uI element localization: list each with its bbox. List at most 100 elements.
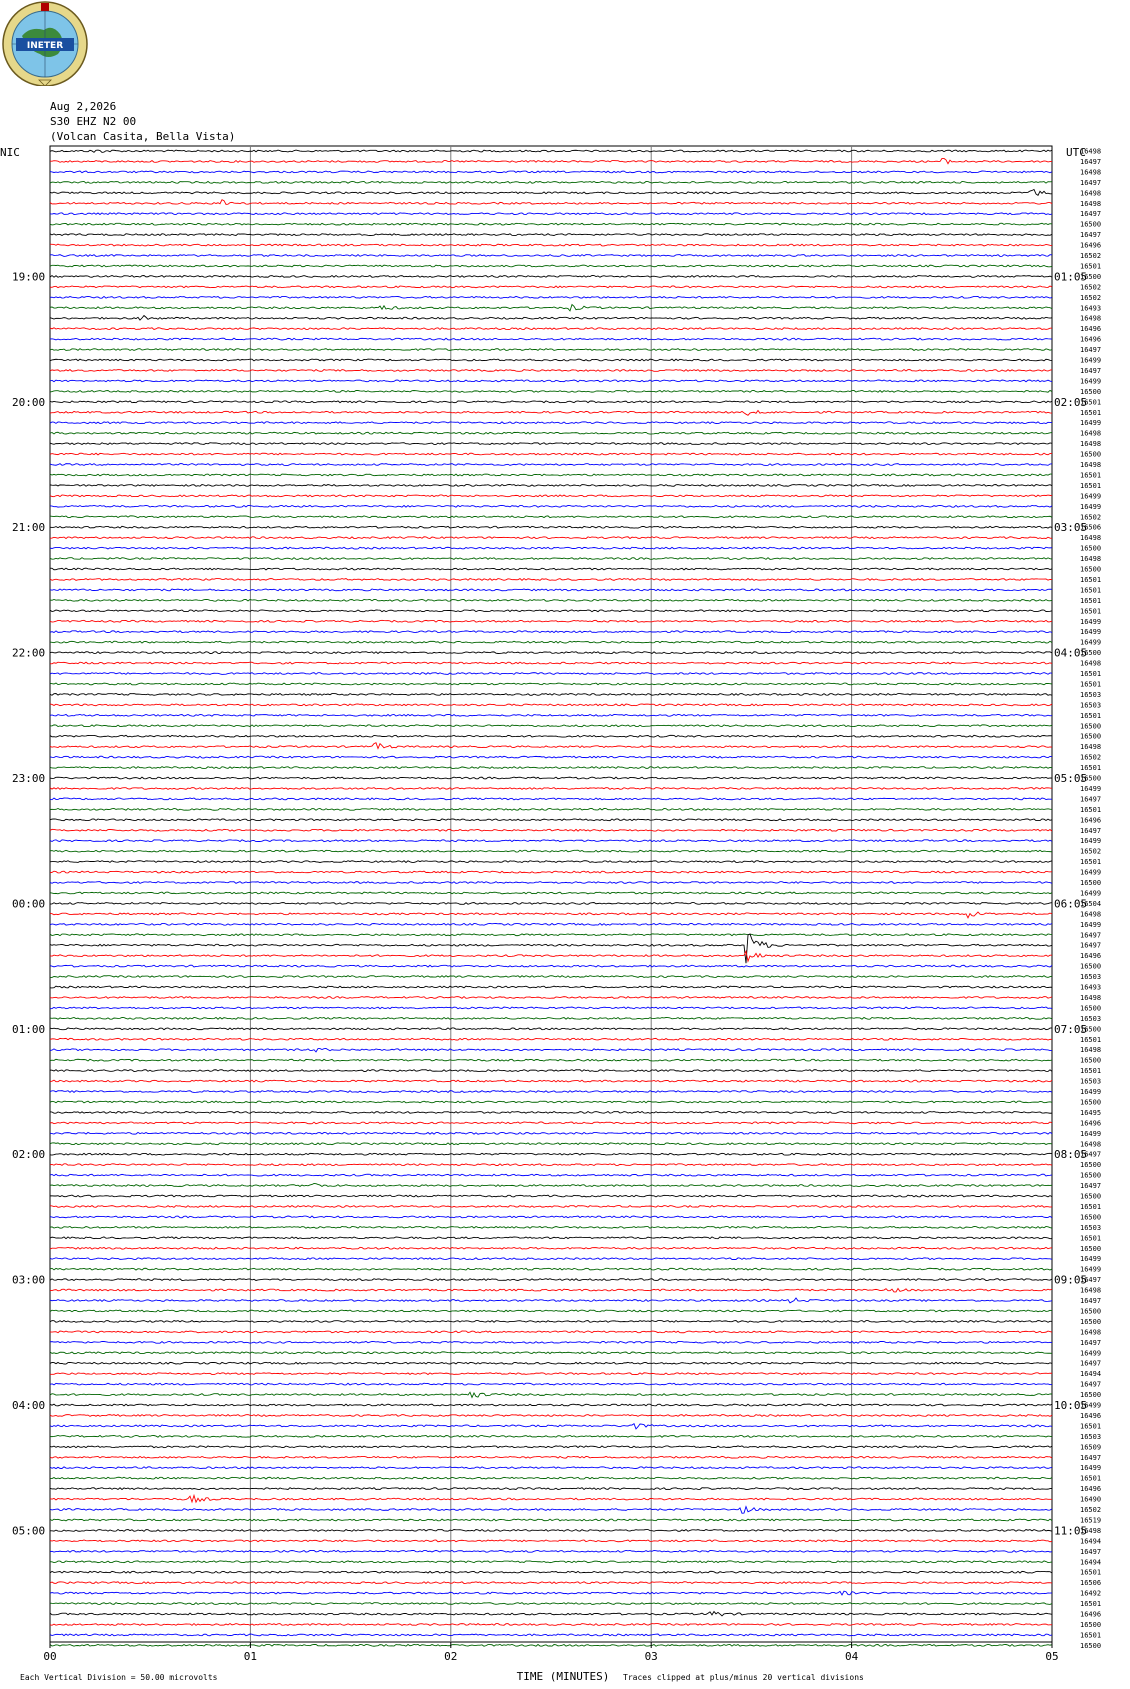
seismic-trace [49, 949, 1053, 963]
seismic-trace [49, 303, 1053, 312]
row-count-label: 16503 [1080, 1433, 1101, 1441]
seismic-trace [49, 1297, 1053, 1304]
left-hour-label: 23:00 [12, 772, 45, 785]
seismic-trace [49, 1047, 1053, 1053]
row-count-label: 16496 [1080, 1611, 1101, 1619]
seismic-trace [49, 1006, 1053, 1010]
seismic-trace [49, 672, 1053, 675]
row-count-label: 16499 [1080, 1266, 1101, 1274]
left-hour-label: 19:00 [12, 270, 45, 283]
row-count-label: 16498 [1080, 461, 1101, 469]
row-count-label: 16493 [1080, 984, 1101, 992]
seismic-trace [49, 682, 1053, 686]
row-count-label: 16498 [1080, 189, 1101, 197]
seismic-trace [49, 1090, 1053, 1093]
seismic-trace [49, 933, 1053, 937]
seismic-trace [49, 839, 1053, 843]
row-count-label: 16498 [1080, 1287, 1101, 1295]
row-count-label: 16501 [1080, 858, 1101, 866]
seismic-trace [49, 180, 1053, 184]
row-count-label: 16500 [1080, 1172, 1101, 1180]
seismic-trace [49, 1278, 1053, 1282]
row-count-label: 16506 [1080, 1579, 1101, 1587]
row-count-label: 16501 [1080, 1569, 1101, 1577]
row-count-label: 16497 [1080, 1360, 1101, 1368]
row-count-label: 16501 [1080, 1203, 1101, 1211]
seismic-trace [49, 766, 1053, 769]
row-count-label: 16497 [1080, 795, 1101, 803]
row-count-label: 16500 [1080, 733, 1101, 741]
row-count-label: 16497 [1080, 231, 1101, 239]
seismic-trace [49, 1505, 1053, 1514]
row-count-label: 16500 [1080, 545, 1101, 553]
seismic-trace [49, 483, 1053, 487]
row-count-label: 16494 [1080, 1558, 1101, 1566]
seismic-trace [49, 1330, 1053, 1334]
row-count-label: 16502 [1080, 513, 1101, 521]
row-count-label: 16503 [1080, 691, 1101, 699]
seismic-trace [49, 1246, 1053, 1250]
row-count-label: 16501 [1080, 680, 1101, 688]
row-count-label: 16499 [1080, 628, 1101, 636]
seismic-trace [49, 1493, 1053, 1504]
seismic-trace [49, 1027, 1053, 1031]
row-count-label: 16500 [1080, 722, 1101, 730]
row-count-label: 16500 [1080, 649, 1101, 657]
row-count-label: 16499 [1080, 1402, 1101, 1410]
row-count-label: 16503 [1080, 701, 1101, 709]
row-count-label: 16501 [1080, 482, 1101, 490]
seismic-trace [49, 1549, 1053, 1553]
row-count-label: 16496 [1080, 1119, 1101, 1127]
left-hour-label: 21:00 [12, 521, 45, 534]
row-count-label: 16497 [1080, 210, 1101, 218]
row-count-label: 16500 [1080, 273, 1101, 281]
row-count-label: 16497 [1080, 1297, 1101, 1305]
seismic-trace [49, 1570, 1053, 1574]
seismic-trace [49, 274, 1053, 278]
left-zone-label: NIC [0, 146, 20, 159]
row-count-label: 16502 [1080, 283, 1101, 291]
row-count-label: 16501 [1080, 409, 1101, 417]
x-axis-label: TIME (MINUTES) [517, 1670, 610, 1683]
seismic-trace [49, 1445, 1053, 1449]
seismic-trace [49, 609, 1053, 613]
row-count-label: 16500 [1080, 1057, 1101, 1065]
seismic-trace [49, 409, 1053, 416]
row-count-label: 16496 [1080, 336, 1101, 344]
seismic-trace [49, 933, 1053, 964]
row-count-label: 16500 [1080, 1245, 1101, 1253]
row-count-label: 16496 [1080, 952, 1101, 960]
row-count-label: 16500 [1080, 1318, 1101, 1326]
seismic-trace [49, 713, 1053, 717]
seismic-trace [49, 1121, 1053, 1125]
seismic-trace [49, 901, 1053, 905]
row-count-label: 16497 [1080, 1276, 1101, 1284]
seismic-trace [49, 911, 1053, 919]
seismic-trace [49, 1518, 1053, 1522]
seismic-trace [49, 1215, 1053, 1219]
row-count-label: 16501 [1080, 576, 1101, 584]
row-count-label: 16519 [1080, 1516, 1101, 1524]
row-count-label: 16499 [1080, 785, 1101, 793]
seismic-trace [49, 442, 1053, 446]
row-count-label: 16497 [1080, 158, 1101, 166]
row-count-label: 16498 [1080, 994, 1101, 1002]
row-count-label: 16497 [1080, 179, 1101, 187]
seismic-trace [49, 985, 1053, 989]
seismic-trace [49, 1142, 1053, 1146]
seismic-trace [49, 1340, 1053, 1344]
seismic-trace [49, 818, 1053, 822]
seismic-trace [49, 149, 1053, 153]
seismic-trace [49, 546, 1053, 550]
row-count-label: 16493 [1080, 304, 1101, 312]
seismic-trace [49, 1079, 1053, 1083]
seismic-trace [49, 314, 1053, 321]
row-count-label: 16498 [1080, 315, 1101, 323]
seismic-trace [49, 536, 1053, 540]
row-count-label: 16506 [1080, 524, 1101, 532]
row-count-label: 16503 [1080, 973, 1101, 981]
seismic-trace [49, 400, 1053, 404]
seismic-trace [49, 1434, 1053, 1438]
left-hour-label: 04:00 [12, 1399, 45, 1412]
seismic-trace [49, 1267, 1053, 1271]
